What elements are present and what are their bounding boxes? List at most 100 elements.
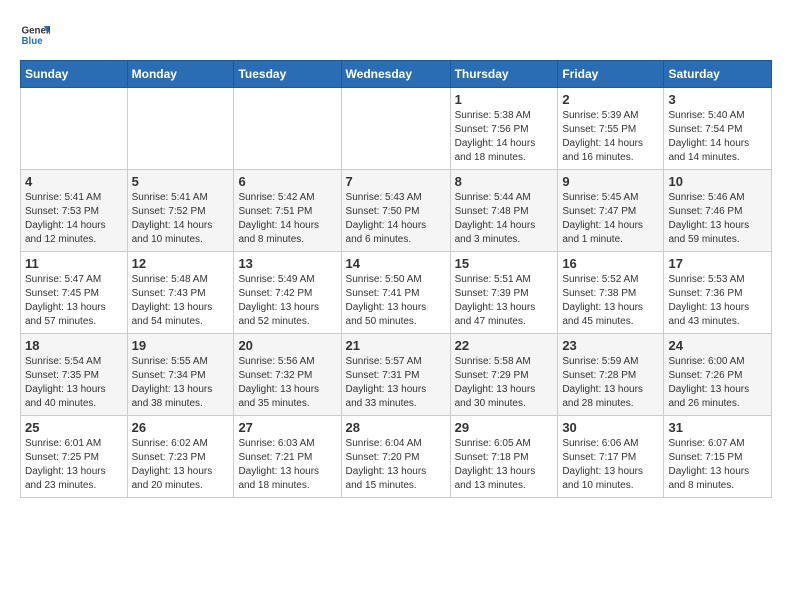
- day-info: Sunrise: 5:49 AM Sunset: 7:42 PM Dayligh…: [238, 273, 336, 329]
- calendar-cell: 19 Sunrise: 5:55 AM Sunset: 7:34 PM Dayli…: [127, 334, 234, 416]
- weekday-header-wednesday: Wednesday: [341, 61, 450, 88]
- day-info: Sunrise: 5:57 AM Sunset: 7:31 PM Dayligh…: [346, 355, 446, 411]
- day-number: 13: [238, 256, 336, 271]
- day-number: 8: [455, 174, 554, 189]
- day-info: Sunrise: 6:00 AM Sunset: 7:26 PM Dayligh…: [668, 355, 767, 411]
- day-number: 26: [132, 420, 230, 435]
- calendar-cell: 22Sunrise: 5:58 AM Sunset: 7:29 PM Dayli…: [450, 334, 558, 416]
- day-number: 30: [562, 420, 659, 435]
- day-info: Sunrise: 5:55 AM Sunset: 7:34 PM Dayligh…: [132, 355, 230, 411]
- calendar-cell: 24Sunrise: 6:00 AM Sunset: 7:26 PM Dayli…: [664, 334, 772, 416]
- day-number: 19: [132, 338, 230, 353]
- day-info: Sunrise: 5:52 AM Sunset: 7:38 PM Dayligh…: [562, 273, 659, 329]
- day-info: Sunrise: 5:47 AM Sunset: 7:45 PM Dayligh…: [25, 273, 123, 329]
- day-info: Sunrise: 5:53 AM Sunset: 7:36 PM Dayligh…: [668, 273, 767, 329]
- calendar-cell: 14 Sunrise: 5:50 AM Sunset: 7:41 PM Dayli…: [341, 252, 450, 334]
- day-info: Sunrise: 6:06 AM Sunset: 7:17 PM Dayligh…: [562, 437, 659, 493]
- calendar-table: SundayMondayTuesdayWednesdayThursdayFrid…: [20, 60, 772, 498]
- day-info: Sunrise: 5:41 AM Sunset: 7:53 PM Dayligh…: [25, 191, 123, 247]
- calendar-cell: 31 Sunrise: 6:07 AM Sunset: 7:15 PM Dayli…: [664, 416, 772, 498]
- day-info: Sunrise: 5:54 AM Sunset: 7:35 PM Dayligh…: [25, 355, 123, 411]
- calendar-cell: 17 Sunrise: 5:53 AM Sunset: 7:36 PM Dayli…: [664, 252, 772, 334]
- day-info: Sunrise: 5:59 AM Sunset: 7:28 PM Dayligh…: [562, 355, 659, 411]
- day-info: Sunrise: 5:38 AM Sunset: 7:56 PM Dayligh…: [455, 109, 554, 165]
- day-number: 28: [346, 420, 446, 435]
- day-info: Sunrise: 5:41 AM Sunset: 7:52 PM Dayligh…: [132, 191, 230, 247]
- day-info: Sunrise: 5:58 AM Sunset: 7:29 PM Dayligh…: [455, 355, 554, 411]
- calendar-cell: [341, 88, 450, 170]
- calendar-week-row: 18Sunrise: 5:54 AM Sunset: 7:35 PM Dayli…: [21, 334, 772, 416]
- day-number: 7: [346, 174, 446, 189]
- calendar-cell: 28 Sunrise: 6:04 AM Sunset: 7:20 PM Dayli…: [341, 416, 450, 498]
- day-number: 21: [346, 338, 446, 353]
- day-number: 12: [132, 256, 230, 271]
- weekday-header-row: SundayMondayTuesdayWednesdayThursdayFrid…: [21, 61, 772, 88]
- day-info: Sunrise: 5:50 AM Sunset: 7:41 PM Dayligh…: [346, 273, 446, 329]
- calendar-cell: 6 Sunrise: 5:42 AM Sunset: 7:51 PM Daylig…: [234, 170, 341, 252]
- calendar-cell: 4 Sunrise: 5:41 AM Sunset: 7:53 PM Daylig…: [21, 170, 128, 252]
- day-number: 27: [238, 420, 336, 435]
- calendar-cell: 5 Sunrise: 5:41 AM Sunset: 7:52 PM Daylig…: [127, 170, 234, 252]
- calendar-cell: 8 Sunrise: 5:44 AM Sunset: 7:48 PM Daylig…: [450, 170, 558, 252]
- day-number: 25: [25, 420, 123, 435]
- day-info: Sunrise: 5:56 AM Sunset: 7:32 PM Dayligh…: [238, 355, 336, 411]
- weekday-header-saturday: Saturday: [664, 61, 772, 88]
- day-info: Sunrise: 6:01 AM Sunset: 7:25 PM Dayligh…: [25, 437, 123, 493]
- header: General Blue: [20, 20, 772, 50]
- logo: General Blue: [20, 20, 50, 50]
- calendar-cell: 3Sunrise: 5:40 AM Sunset: 7:54 PM Daylig…: [664, 88, 772, 170]
- svg-text:Blue: Blue: [22, 36, 44, 47]
- calendar-cell: 15 Sunrise: 5:51 AM Sunset: 7:39 PM Dayli…: [450, 252, 558, 334]
- day-info: Sunrise: 6:02 AM Sunset: 7:23 PM Dayligh…: [132, 437, 230, 493]
- day-number: 23: [562, 338, 659, 353]
- day-number: 5: [132, 174, 230, 189]
- calendar-cell: 11 Sunrise: 5:47 AM Sunset: 7:45 PM Dayli…: [21, 252, 128, 334]
- calendar-cell: 7 Sunrise: 5:43 AM Sunset: 7:50 PM Daylig…: [341, 170, 450, 252]
- day-number: 14: [346, 256, 446, 271]
- day-info: Sunrise: 5:45 AM Sunset: 7:47 PM Dayligh…: [562, 191, 659, 247]
- calendar-week-row: 4 Sunrise: 5:41 AM Sunset: 7:53 PM Daylig…: [21, 170, 772, 252]
- calendar-cell: 27 Sunrise: 6:03 AM Sunset: 7:21 PM Dayli…: [234, 416, 341, 498]
- calendar-cell: 21 Sunrise: 5:57 AM Sunset: 7:31 PM Dayli…: [341, 334, 450, 416]
- day-number: 11: [25, 256, 123, 271]
- day-info: Sunrise: 5:39 AM Sunset: 7:55 PM Dayligh…: [562, 109, 659, 165]
- calendar-cell: 2 Sunrise: 5:39 AM Sunset: 7:55 PM Daylig…: [558, 88, 664, 170]
- calendar-week-row: 25 Sunrise: 6:01 AM Sunset: 7:25 PM Dayli…: [21, 416, 772, 498]
- weekday-header-sunday: Sunday: [21, 61, 128, 88]
- day-number: 4: [25, 174, 123, 189]
- day-number: 31: [668, 420, 767, 435]
- calendar-cell: 10 Sunrise: 5:46 AM Sunset: 7:46 PM Dayli…: [664, 170, 772, 252]
- calendar-cell: [234, 88, 341, 170]
- calendar-cell: 16Sunrise: 5:52 AM Sunset: 7:38 PM Dayli…: [558, 252, 664, 334]
- calendar-cell: 12Sunrise: 5:48 AM Sunset: 7:43 PM Dayli…: [127, 252, 234, 334]
- calendar-cell: 20 Sunrise: 5:56 AM Sunset: 7:32 PM Dayli…: [234, 334, 341, 416]
- day-info: Sunrise: 5:42 AM Sunset: 7:51 PM Dayligh…: [238, 191, 336, 247]
- day-info: Sunrise: 5:43 AM Sunset: 7:50 PM Dayligh…: [346, 191, 446, 247]
- day-number: 9: [562, 174, 659, 189]
- day-number: 3: [668, 92, 767, 107]
- weekday-header-thursday: Thursday: [450, 61, 558, 88]
- calendar-cell: 23 Sunrise: 5:59 AM Sunset: 7:28 PM Dayli…: [558, 334, 664, 416]
- day-info: Sunrise: 6:04 AM Sunset: 7:20 PM Dayligh…: [346, 437, 446, 493]
- day-info: Sunrise: 5:44 AM Sunset: 7:48 PM Dayligh…: [455, 191, 554, 247]
- day-number: 17: [668, 256, 767, 271]
- calendar-cell: 13 Sunrise: 5:49 AM Sunset: 7:42 PM Dayli…: [234, 252, 341, 334]
- day-number: 6: [238, 174, 336, 189]
- calendar-week-row: 11 Sunrise: 5:47 AM Sunset: 7:45 PM Dayli…: [21, 252, 772, 334]
- calendar-cell: 9 Sunrise: 5:45 AM Sunset: 7:47 PM Daylig…: [558, 170, 664, 252]
- calendar-body: 1Sunrise: 5:38 AM Sunset: 7:56 PM Daylig…: [21, 88, 772, 498]
- day-number: 20: [238, 338, 336, 353]
- day-info: Sunrise: 5:51 AM Sunset: 7:39 PM Dayligh…: [455, 273, 554, 329]
- calendar-week-row: 1Sunrise: 5:38 AM Sunset: 7:56 PM Daylig…: [21, 88, 772, 170]
- weekday-header-friday: Friday: [558, 61, 664, 88]
- day-number: 2: [562, 92, 659, 107]
- calendar-cell: [127, 88, 234, 170]
- day-info: Sunrise: 6:07 AM Sunset: 7:15 PM Dayligh…: [668, 437, 767, 493]
- day-number: 15: [455, 256, 554, 271]
- calendar-cell: 1Sunrise: 5:38 AM Sunset: 7:56 PM Daylig…: [450, 88, 558, 170]
- day-info: Sunrise: 5:46 AM Sunset: 7:46 PM Dayligh…: [668, 191, 767, 247]
- day-info: Sunrise: 6:05 AM Sunset: 7:18 PM Dayligh…: [455, 437, 554, 493]
- day-number: 10: [668, 174, 767, 189]
- day-info: Sunrise: 6:03 AM Sunset: 7:21 PM Dayligh…: [238, 437, 336, 493]
- calendar-cell: [21, 88, 128, 170]
